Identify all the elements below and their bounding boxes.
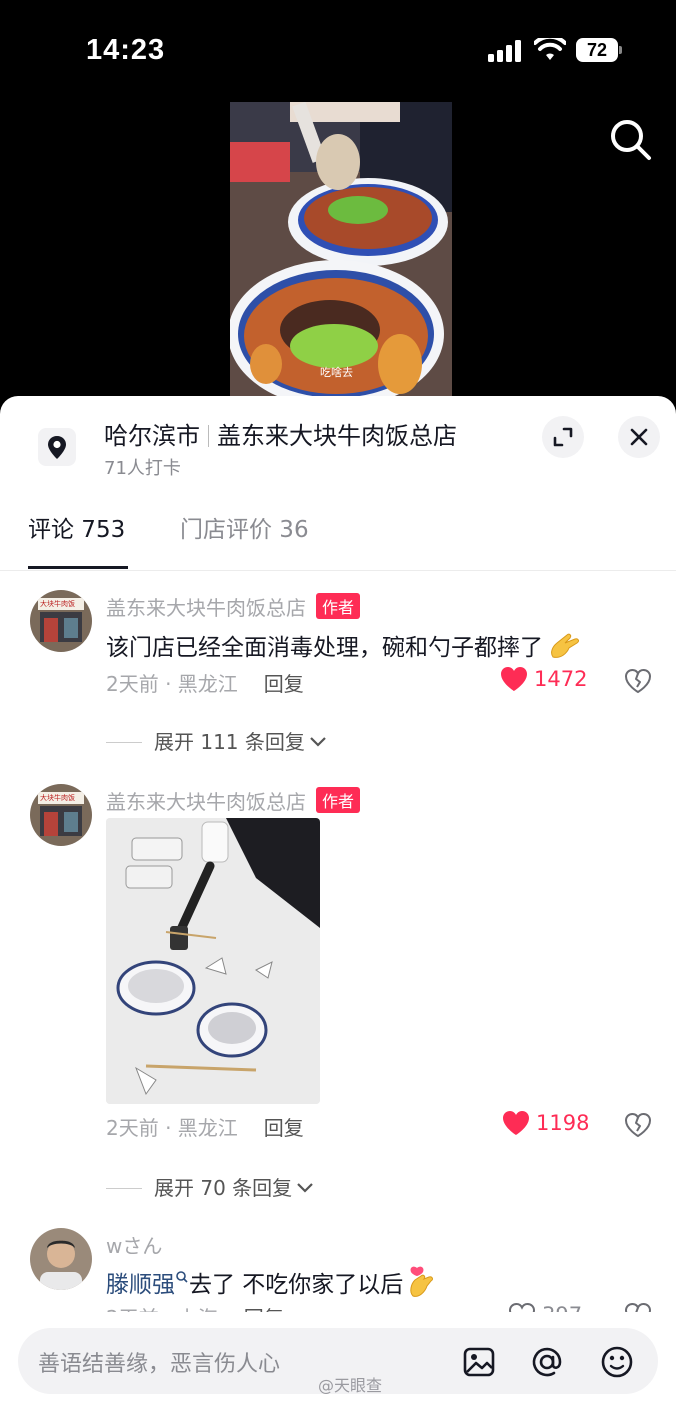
comment-time-location: 2天前 · 黑龙江 [106,672,238,696]
avatar[interactable] [30,1228,92,1290]
user-avatar-image [30,1228,92,1290]
comment-text: 该门店已经全面消毒处理，碗和勺子都摔了 [106,628,581,662]
expand-replies-label: 展开 70 条回复 [154,1176,293,1200]
video-thumbnail[interactable]: 吃啥去 [230,102,452,402]
active-tab-indicator [28,566,128,569]
expand-replies-button[interactable]: 展开 70 条回复 [106,1172,314,1201]
expand-line [106,1188,142,1189]
comment-text: 滕顺强 去了 不吃你家了以后 [106,1264,437,1299]
like-count: 1198 [536,1111,590,1135]
comment-body: 去了 不吃你家了以后 [189,1272,404,1298]
tab-comments[interactable]: 评论 753 [28,510,125,544]
expand-line [106,742,142,743]
comment-meta: 2天前 · 黑龙江 回复 [106,1112,304,1141]
avatar-sign-text: 大块牛肉饭 [40,794,75,802]
author-badge: 作者 [316,593,361,619]
mention-link[interactable]: 滕顺强 [106,1272,175,1298]
comment-author[interactable]: 盖东来大块牛肉饭总店 作者 [106,592,361,621]
cellular-signal-icon [488,40,521,62]
avatar-sign-text: 大块牛肉饭 [40,600,75,608]
watermark: @天眼查 [318,1376,383,1395]
comment-sheet: 哈尔滨市 盖东来大块牛肉饭总店 71人打卡 评论 753 门店评价 36 大块牛肉… [0,396,676,1402]
status-bar: 14:23 72 [0,0,676,100]
chevron-down-icon [297,1183,313,1193]
reply-button[interactable]: 回复 [264,1116,304,1140]
emoji-icon[interactable] [600,1345,634,1379]
expand-icon [553,427,573,447]
expand-replies-button[interactable]: 展开 111 条回复 [106,726,327,755]
comment-author[interactable]: 盖东来大块牛肉饭总店 作者 [106,786,361,815]
author-name: 盖东来大块牛肉饭总店 [106,790,306,814]
image-icon[interactable] [462,1345,496,1379]
comment-time-location: 2天前 · 黑龙江 [106,1116,238,1140]
broken-heart-icon[interactable] [624,1112,652,1138]
expand-replies-label: 展开 111 条回复 [154,730,305,754]
avatar[interactable]: 大块牛肉饭 [30,784,92,846]
location-pin-icon [38,428,76,466]
comment-photo[interactable] [106,818,320,1104]
title-divider [208,425,209,447]
reply-button[interactable]: 回复 [264,672,304,696]
checkin-count: 71人打卡 [104,458,181,479]
like-button[interactable]: 1198 [502,1110,589,1136]
heart-icon [501,667,527,691]
broken-heart-icon[interactable] [624,668,652,694]
status-time: 14:23 [86,34,166,66]
location-store: 盖东来大块牛肉饭总店 [217,422,457,450]
author-name: 盖东来大块牛肉饭总店 [106,596,306,620]
chevron-down-icon [310,737,326,747]
comment-author[interactable]: wさん [106,1230,162,1259]
fullscreen-button[interactable] [542,416,584,458]
battery-level: 72 [576,38,618,62]
search-icon[interactable] [606,116,654,164]
like-button[interactable]: 1472 [500,666,587,692]
avatar[interactable]: 大块牛肉饭 [30,590,92,652]
tab-store-reviews[interactable]: 门店评价 36 [180,510,309,544]
finger-heart-emoji-icon [410,1266,434,1297]
location-title[interactable]: 哈尔滨市 盖东来大块牛肉饭总店 [104,416,457,451]
tab-divider [0,570,676,571]
wifi-icon [534,38,566,60]
comment-meta: 2天前 · 黑龙江 回复 [106,668,304,697]
like-count: 1472 [534,667,588,691]
video-player[interactable]: 吃啥去 [0,100,676,410]
video-caption: 吃啥去 [320,366,353,379]
comment-body: 该门店已经全面消毒处理，碗和勺子都摔了 [106,635,543,661]
search-mention-icon [176,1271,188,1283]
location-city: 哈尔滨市 [104,422,200,450]
praying-hands-emoji-icon [551,633,579,658]
heart-icon [503,1111,529,1135]
comment-input-placeholder: 善语结善缘，恶言伤人心 [38,1352,281,1377]
author-badge: 作者 [316,787,361,813]
at-mention-icon[interactable] [530,1345,564,1379]
food-image [230,102,452,402]
close-icon [630,428,648,446]
battery-icon: 72 [576,38,622,62]
close-button[interactable] [618,416,660,458]
broken-bowls-image [106,818,320,1104]
